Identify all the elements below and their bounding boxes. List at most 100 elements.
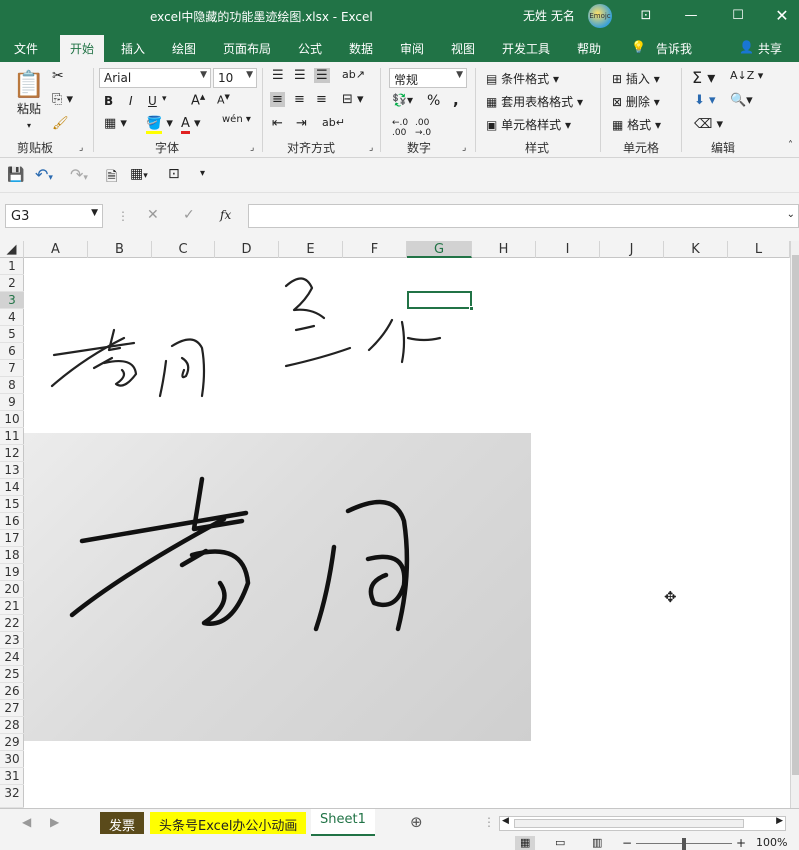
fill-color-icon[interactable]: 🪣 ▾ [146, 116, 173, 134]
next-sheet-icon[interactable]: ▶ [50, 815, 59, 829]
format-painter-icon[interactable]: 🖌 [52, 116, 69, 131]
minimize-icon[interactable]: — [677, 4, 705, 28]
row-header-19[interactable]: 19 [0, 564, 24, 581]
user-name[interactable]: 无姓 无名 [523, 7, 575, 24]
row-header-18[interactable]: 18 [0, 547, 24, 564]
redo-icon[interactable]: ↷▾ [70, 165, 88, 184]
tell-me-search[interactable]: 告诉我 [656, 40, 692, 57]
clear-icon[interactable]: ⌫ ▾ [694, 117, 723, 132]
page-break-view-icon[interactable]: ▥ [592, 836, 602, 850]
row-header-22[interactable]: 22 [0, 615, 24, 632]
font-color-icon[interactable]: A ▾ [181, 116, 201, 134]
row-header-10[interactable]: 10 [0, 411, 24, 428]
currency-icon[interactable]: 💱▾ [392, 93, 413, 107]
tab-page-layout[interactable]: 页面布局 [223, 40, 271, 57]
merge-center-icon[interactable]: ⊟ ▾ [342, 92, 364, 107]
font-name-select[interactable]: Arial ▼ [99, 68, 211, 88]
col-header-g[interactable]: G [407, 241, 472, 258]
row-header-31[interactable]: 31 [0, 768, 24, 785]
font-launcher-icon[interactable]: ⌟ [250, 143, 254, 153]
sheet-tab-toutiao[interactable]: 头条号Excel办公小动画 [150, 812, 307, 834]
row-header-1[interactable]: 1 [0, 258, 24, 275]
enter-icon[interactable]: ✓ [183, 207, 195, 223]
find-select-icon[interactable]: 🔍▾ [730, 93, 753, 108]
decrease-font-icon[interactable]: A▼ [217, 93, 230, 107]
vertical-scroll-thumb[interactable] [792, 255, 799, 775]
vertical-scrollbar[interactable] [790, 241, 799, 808]
print-preview-icon[interactable]: 🗎 [106, 166, 117, 190]
row-header-23[interactable]: 23 [0, 632, 24, 649]
row-header-32[interactable]: 32 [0, 785, 24, 808]
row-header-17[interactable]: 17 [0, 530, 24, 547]
customize-qat-icon[interactable]: ▾ [200, 168, 205, 179]
row-header-7[interactable]: 7 [0, 360, 24, 377]
expand-formula-icon[interactable]: ⌄ [787, 209, 795, 220]
tab-data[interactable]: 数据 [349, 40, 373, 57]
prev-sheet-icon[interactable]: ◀ [22, 815, 31, 829]
formula-input[interactable]: ⌄ [248, 204, 799, 228]
insert-cells-button[interactable]: ⊞ 插入 ▾ [612, 70, 660, 87]
row-header-2[interactable]: 2 [0, 275, 24, 292]
zoom-level[interactable]: 100% [756, 836, 787, 850]
chevron-down-icon[interactable]: ▾ [162, 94, 167, 104]
col-header-f[interactable]: F [343, 241, 407, 258]
sheet-tab-sheet1[interactable]: Sheet1 [311, 809, 375, 836]
clipboard-launcher-icon[interactable]: ⌟ [79, 143, 83, 153]
col-header-d[interactable]: D [215, 241, 279, 258]
tab-view[interactable]: 视图 [451, 40, 475, 57]
zoom-out-icon[interactable]: − [622, 836, 632, 850]
row-header-9[interactable]: 9 [0, 394, 24, 411]
decrease-decimal-icon[interactable]: .00 →.0 [415, 118, 431, 138]
normal-view-icon[interactable]: ▦ [515, 836, 536, 850]
macro-icon[interactable]: ⊡ [168, 166, 180, 182]
row-header-21[interactable]: 21 [0, 598, 24, 615]
align-bottom-icon[interactable]: ☰ [314, 68, 330, 83]
form-icon[interactable]: ▦▾ [130, 166, 148, 182]
conditional-format-button[interactable]: ▤ 条件格式 ▾ [486, 70, 559, 87]
paste-button[interactable]: 📋 粘贴 ▾ [12, 70, 46, 132]
row-header-26[interactable]: 26 [0, 683, 24, 700]
tab-help[interactable]: 帮助 [577, 40, 601, 57]
user-avatar[interactable]: Emojc [588, 4, 612, 28]
tab-developer[interactable]: 开发工具 [502, 40, 550, 57]
col-header-c[interactable]: C [152, 241, 215, 258]
select-all-corner[interactable]: ◢ [0, 241, 24, 258]
tab-formulas[interactable]: 公式 [298, 40, 322, 57]
percent-button[interactable]: % [427, 93, 440, 109]
col-header-l[interactable]: L [728, 241, 790, 258]
align-right-icon[interactable]: ≡ [316, 92, 327, 107]
row-header-24[interactable]: 24 [0, 649, 24, 666]
number-launcher-icon[interactable]: ⌟ [462, 143, 466, 153]
col-header-b[interactable]: B [88, 241, 152, 258]
comma-button[interactable]: , [453, 91, 459, 109]
zoom-in-icon[interactable]: + [736, 836, 746, 850]
increase-font-icon[interactable]: A▲ [191, 93, 205, 108]
tab-file[interactable]: 文件 [14, 40, 38, 57]
delete-cells-button[interactable]: ⊠ 删除 ▾ [612, 93, 660, 110]
row-header-25[interactable]: 25 [0, 666, 24, 683]
row-header-20[interactable]: 20 [0, 581, 24, 598]
col-header-j[interactable]: J [600, 241, 664, 258]
align-center-icon[interactable]: ≡ [294, 92, 305, 107]
format-cells-button[interactable]: ▦ 格式 ▾ [612, 116, 661, 133]
fill-handle[interactable] [469, 306, 474, 311]
page-layout-view-icon[interactable]: ▭ [555, 836, 565, 850]
horizontal-scroll-thumb[interactable] [514, 819, 744, 828]
col-header-i[interactable]: I [536, 241, 600, 258]
ink-signature-drawing[interactable] [24, 258, 790, 433]
maximize-icon[interactable]: ☐ [724, 4, 752, 28]
autosum-icon[interactable]: Σ ▾ [692, 68, 715, 87]
fill-icon[interactable]: ⬇ ▾ [694, 93, 716, 108]
copy-icon[interactable]: ⎘ ▾ [52, 92, 73, 107]
scroll-left-icon[interactable]: ◀ [502, 816, 509, 826]
wrap-text-icon[interactable]: ab↵ [322, 116, 345, 129]
phonetic-icon[interactable]: wén ▾ [222, 114, 251, 125]
tab-review[interactable]: 审阅 [400, 40, 424, 57]
row-header-11[interactable]: 11 [0, 428, 24, 445]
table-format-button[interactable]: ▦ 套用表格格式 ▾ [486, 93, 583, 110]
insert-function-button[interactable]: fx [220, 208, 231, 222]
tab-home[interactable]: 开始 [60, 35, 105, 62]
row-header-6[interactable]: 6 [0, 343, 24, 360]
ribbon-display-icon[interactable]: ⊡ [632, 4, 660, 28]
horizontal-scrollbar[interactable]: ◀ ▶ [499, 816, 786, 831]
